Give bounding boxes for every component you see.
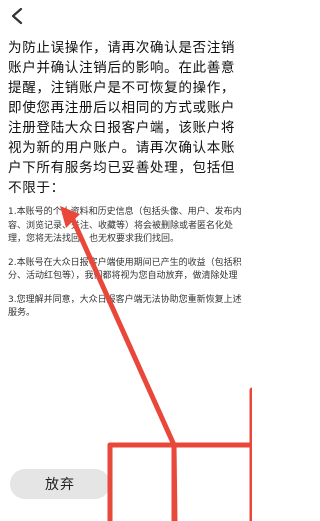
back-button[interactable] — [6, 4, 28, 28]
chevron-left-icon — [11, 7, 23, 25]
clause-item: 1.本账号的个人资料和历史信息（包括头像、用户、发布内容、浏览记录、关注、收藏等… — [8, 207, 242, 244]
clause-item: 2.本账号在大众日报客户端使用期间已产生的收益（包括积分、活动红包等），我们都将… — [8, 257, 242, 282]
cancellation-clause-list: 1.本账号的个人资料和历史信息（包括头像、用户、发布内容、浏览记录、关注、收藏等… — [8, 206, 246, 331]
give-up-button[interactable]: 放弃 — [10, 469, 110, 499]
clause-item: 3.您理解并同意，大众日报客户端无法协助您重新恢复上述服务。 — [8, 294, 242, 319]
cancellation-warning-text: 为防止误操作，请再次确认是否注销账户并确认注销后的影响。在此善意提醒，注销账户是… — [8, 40, 236, 196]
